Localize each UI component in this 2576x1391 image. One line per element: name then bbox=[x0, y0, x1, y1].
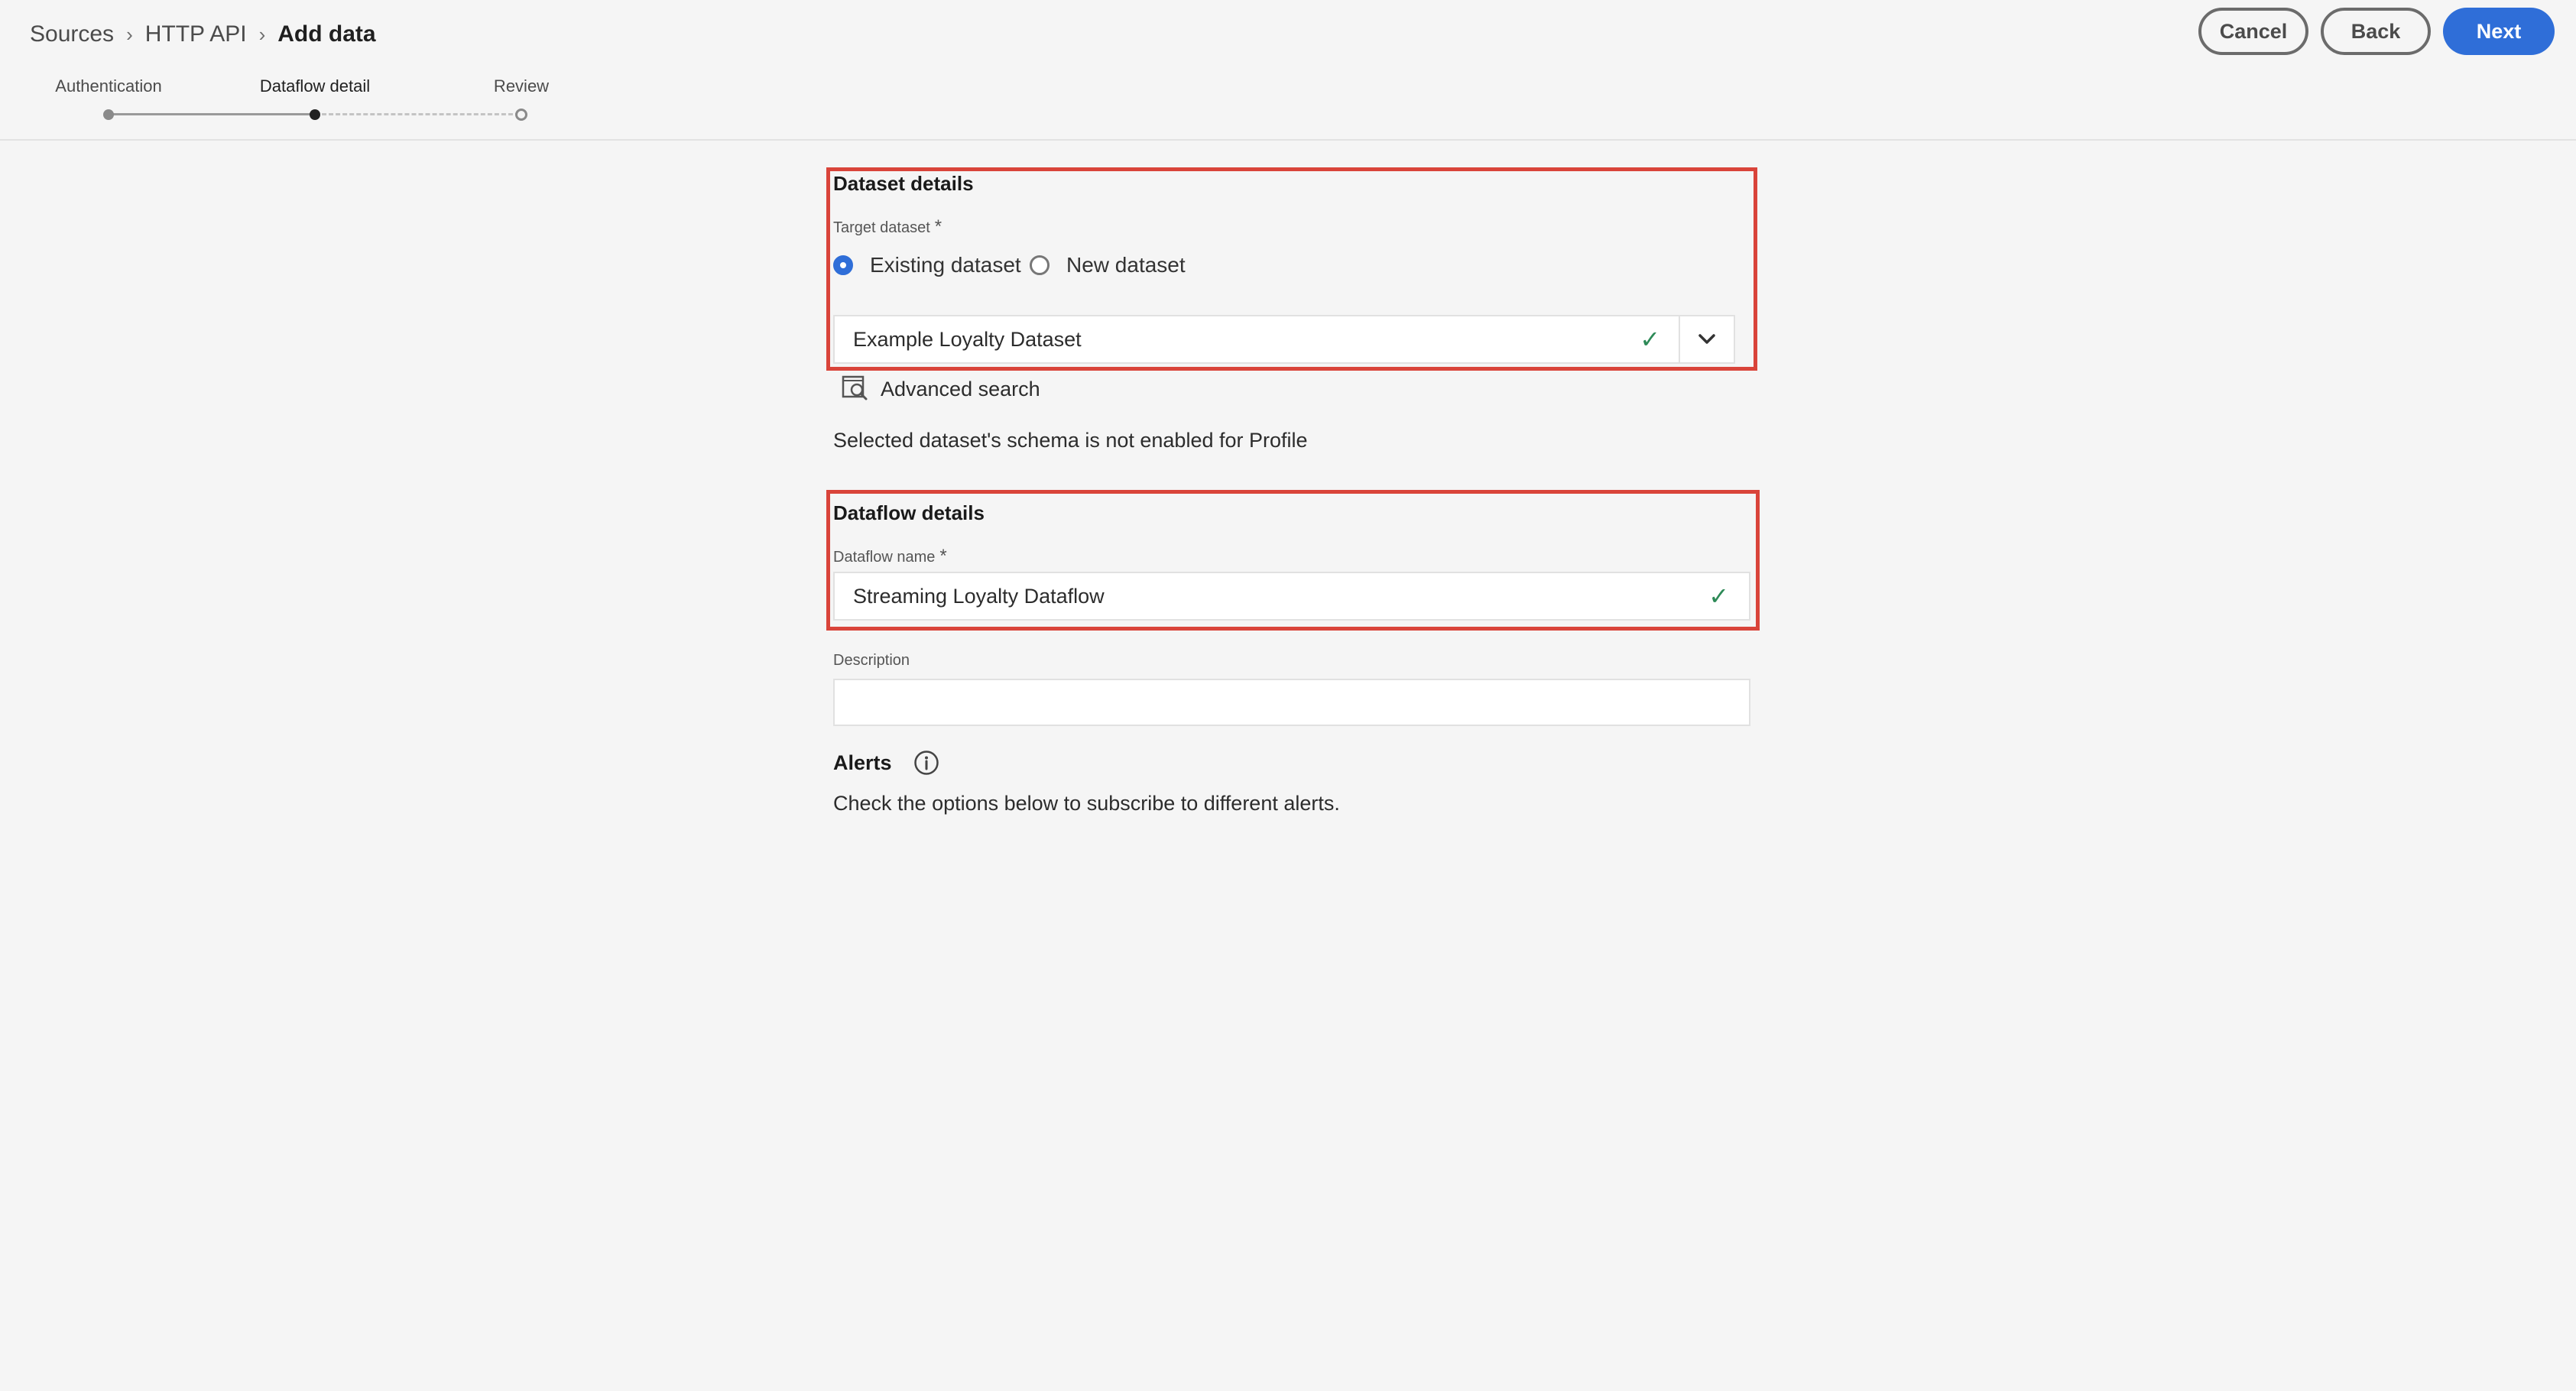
dataset-select-value: Example Loyalty Dataset bbox=[853, 327, 1082, 351]
breadcrumb: Sources › HTTP API › Add data bbox=[30, 15, 376, 54]
alerts-description: Check the options below to subscribe to … bbox=[833, 792, 1340, 815]
required-asterisk: * bbox=[939, 546, 947, 566]
dataflow-name-input[interactable]: Streaming Loyalty Dataflow ✓ bbox=[833, 572, 1750, 621]
description-label: Description bbox=[833, 652, 910, 669]
radio-existing-dataset[interactable]: Existing dataset bbox=[833, 253, 1021, 277]
header-divider bbox=[0, 139, 2576, 141]
chevron-down-icon[interactable] bbox=[1680, 334, 1734, 345]
dataflow-name-label-text: Dataflow name bbox=[833, 549, 936, 566]
chevron-right-icon: › bbox=[126, 22, 133, 46]
profile-note: Selected dataset's schema is not enabled… bbox=[833, 429, 1308, 452]
alerts-title: Alerts bbox=[833, 751, 892, 774]
cancel-button[interactable]: Cancel bbox=[2198, 8, 2308, 55]
radio-existing-dataset-label: Existing dataset bbox=[870, 253, 1021, 277]
step-dot-completed bbox=[103, 109, 114, 120]
stepper-progress-line bbox=[109, 113, 315, 115]
target-dataset-label: Target dataset * bbox=[833, 216, 942, 238]
radio-unchecked-icon[interactable] bbox=[1030, 255, 1050, 275]
radio-checked-icon[interactable] bbox=[833, 255, 853, 275]
step-label-dataflow-detail: Dataflow detail bbox=[259, 76, 371, 96]
advanced-search-link[interactable]: Advanced search bbox=[842, 374, 1040, 404]
step-label-review: Review bbox=[493, 76, 550, 96]
advanced-search-icon bbox=[842, 374, 869, 404]
dataflow-name-label: Dataflow name * bbox=[833, 546, 947, 567]
step-dot-current bbox=[310, 109, 320, 120]
chevron-right-icon: › bbox=[258, 22, 266, 46]
step-dot-pending bbox=[515, 109, 527, 121]
breadcrumb-item-http-api[interactable]: HTTP API bbox=[145, 21, 247, 47]
radio-new-dataset[interactable]: New dataset bbox=[1030, 253, 1186, 277]
info-icon[interactable] bbox=[913, 750, 939, 776]
dataflow-name-value: Streaming Loyalty Dataflow bbox=[853, 584, 1105, 608]
target-dataset-label-text: Target dataset bbox=[833, 219, 930, 236]
dataflow-details-title: Dataflow details bbox=[833, 501, 985, 524]
advanced-search-label: Advanced search bbox=[881, 378, 1040, 400]
breadcrumb-current: Add data bbox=[277, 21, 376, 47]
radio-new-dataset-label: New dataset bbox=[1066, 253, 1186, 277]
checkmark-icon: ✓ bbox=[1640, 326, 1660, 353]
breadcrumb-item-sources[interactable]: Sources bbox=[30, 21, 114, 47]
back-button[interactable]: Back bbox=[2321, 8, 2431, 55]
next-button[interactable]: Next bbox=[2443, 8, 2555, 55]
dataset-details-title: Dataset details bbox=[833, 172, 974, 195]
stepper-remaining-line bbox=[315, 113, 520, 115]
dataset-select[interactable]: Example Loyalty Dataset ✓ bbox=[833, 315, 1735, 364]
alerts-header: Alerts bbox=[833, 750, 939, 776]
checkmark-icon: ✓ bbox=[1708, 582, 1729, 610]
step-label-authentication: Authentication bbox=[55, 76, 162, 96]
required-asterisk: * bbox=[934, 216, 942, 237]
description-input[interactable] bbox=[833, 679, 1750, 726]
